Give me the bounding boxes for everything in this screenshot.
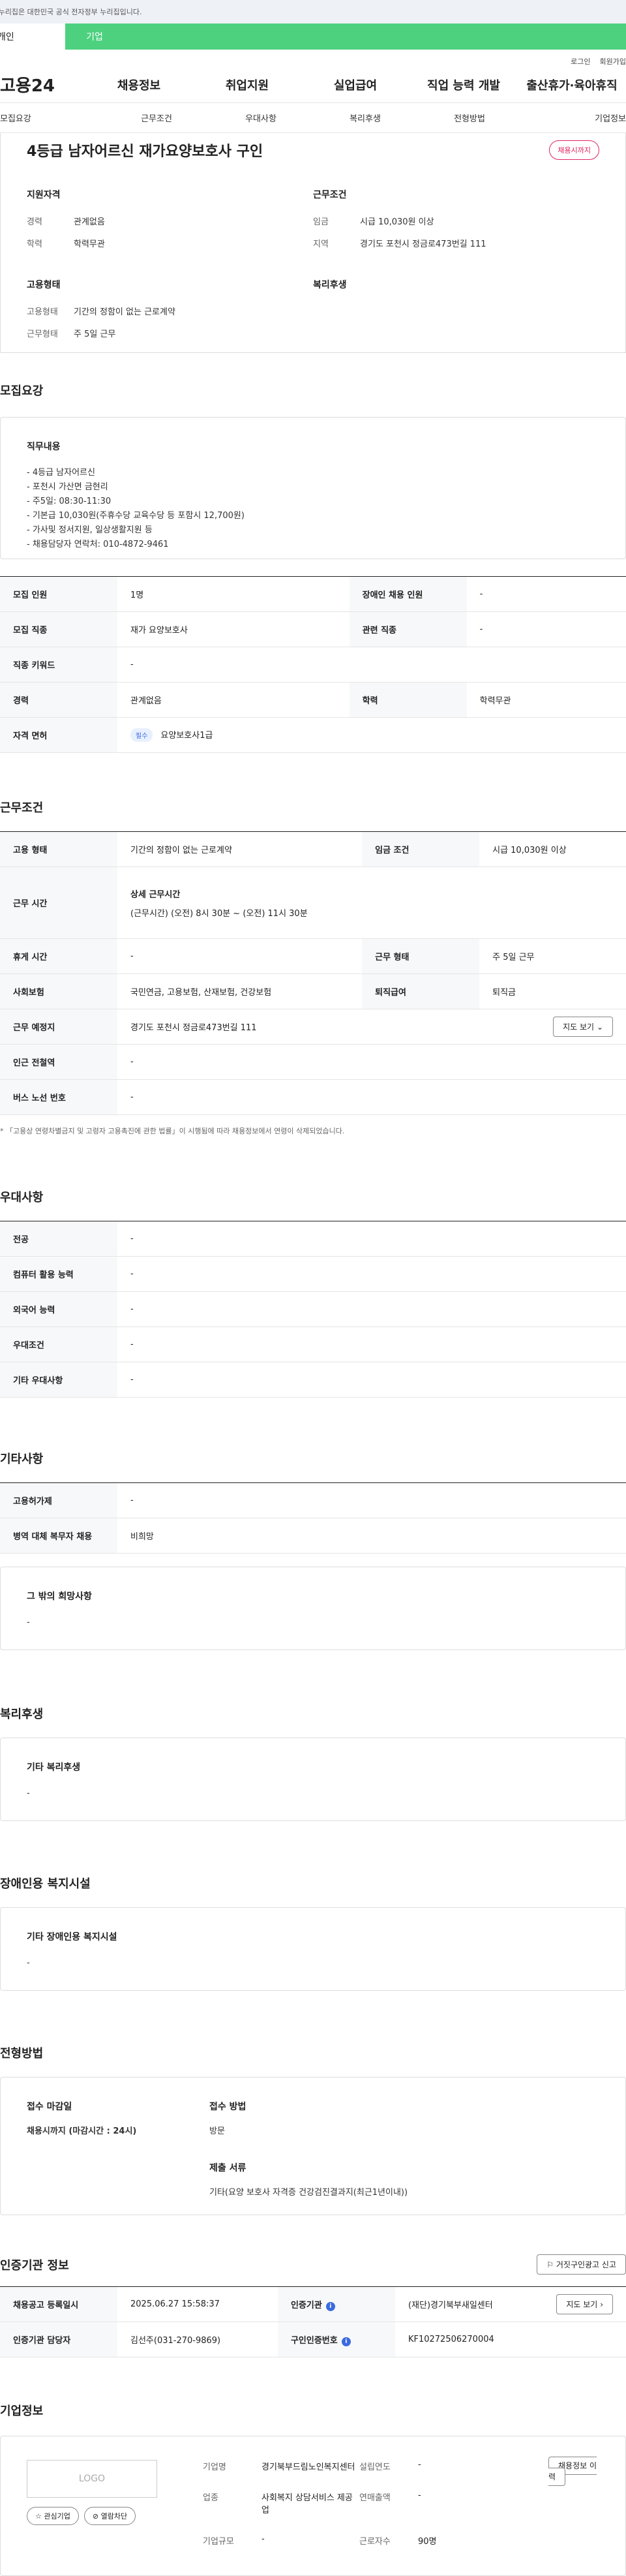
job-summary: 4등급 남자어르신 재가요양보호사 구인 채용시까지 지원자격 경력 관계없음 학…	[0, 133, 626, 353]
section-title-etc: 기타사항	[0, 1452, 44, 1466]
report-button[interactable]: ⚐ 거짓구인광고 신고	[537, 2254, 626, 2275]
bell-icon: ⚐	[546, 2260, 554, 2269]
conditions-table: 고용 형태 기간의 정함이 없는 근로계약 임금 조건 시급 10,030원 이…	[0, 831, 626, 1115]
table-row: 인근 전철역 -	[0, 1044, 626, 1080]
summary-conditions: 근무조건 임금 시급 10,030원 이상 지역 경기도 포천시 정금로473번길 …	[313, 190, 486, 249]
disability-box: 기타 장애인용 복지시설 -	[0, 1907, 626, 1991]
table-row: 우대조건 -	[0, 1326, 626, 1362]
company-info: 기업명 경기북부드림노인복지센터 설립연도 - 업종 사회복지 상담서비스 제공…	[203, 2460, 437, 2547]
recruit-table: 모집 인원 1명 장애인 채용 인원 - 모집 직종 재가 요양보호사 관련 직…	[0, 576, 626, 753]
table-row: 전공 -	[0, 1221, 626, 1257]
section-title-cert: 인증기관 정보 ⚐ 거짓구인광고 신고	[0, 2254, 626, 2275]
info-icon[interactable]: i	[325, 2301, 335, 2311]
utility-menu: 로그인 회원가입	[0, 50, 626, 67]
summary-welfare: 복리후생	[313, 280, 347, 290]
table-row: 경력 관계없음 학력 학력무관	[0, 682, 626, 718]
method-box: 접수 마감일 채용시까지 (마감시간 : 24시) 접수 방법 방문 제출 서류…	[0, 2077, 626, 2215]
tab-personal[interactable]: 개인	[0, 23, 65, 50]
table-row: 외국어 능력 -	[0, 1291, 626, 1327]
global-nav: 고용24 채용정보 취업지원 실업급여 직업 능력 개발 출산휴가·육아휴직	[0, 67, 626, 103]
section-title-recruit: 모집요강	[0, 384, 44, 398]
summary-qualification: 지원자격 경력 관계없음 학력 학력무관	[27, 190, 105, 249]
chevron-right-icon: ›	[600, 2300, 603, 2309]
table-row: 기타 우대사항 -	[0, 1362, 626, 1398]
table-row: 근무 예정지 경기도 포천시 정금로473번길 111 지도 보기 ⌄	[0, 1009, 626, 1045]
section-title-prefer: 우대사항	[0, 1191, 44, 1204]
table-row: 휴게 시간 - 근무 형태 주 5일 근무	[0, 938, 626, 974]
section-nav: 모집요강 근무조건 우대사항 복리후생 전형방법 기업정보	[0, 103, 626, 133]
section-title-company: 기업정보	[0, 2404, 44, 2418]
gnb-item-unemployment[interactable]: 실업급여	[301, 76, 410, 93]
snb-welfare[interactable]: 복리후생	[313, 112, 417, 124]
table-row: 컴퓨터 활용 능력 -	[0, 1256, 626, 1292]
map-button[interactable]: 지도 보기 ⌄	[553, 1017, 613, 1037]
join-link[interactable]: 회원가입	[600, 56, 626, 67]
table-row: 버스 노선 번호 -	[0, 1079, 626, 1115]
table-row: 인증기관 담당자 김선주(031-270-9869) 구인인증번호 i KF102…	[0, 2322, 626, 2357]
deadline-badge: 채용시까지	[549, 140, 599, 160]
welfare-box: 기타 복리후생 -	[0, 1738, 626, 1821]
login-link[interactable]: 로그인	[571, 56, 590, 67]
job-title: 4등급 남자어르신 재가요양보호사 구인	[27, 144, 263, 160]
table-row: 고용허가제 -	[0, 1482, 626, 1518]
gnb-item-leave[interactable]: 출산휴가·육아휴직	[518, 76, 626, 93]
cert-table: 채용공고 등록일시 2025.06.27 15:58:37 인증기관 i (재단)…	[0, 2286, 626, 2357]
gnb-item-jobs[interactable]: 채용정보	[85, 76, 193, 93]
etc-table: 고용허가제 - 병역 대체 복무자 채용 비희망	[0, 1482, 626, 1554]
snb-conditions[interactable]: 근무조건	[104, 112, 209, 124]
block-view-button[interactable]: ⊘ 열람차단	[83, 2507, 136, 2525]
table-row: 근무 시간 상세 근무시간 (근무시간) (오전) 8시 30분 ~ (오전) …	[0, 866, 626, 939]
company-box: LOGO ☆ 관심기업 ⊘ 열람차단 기업명 경기북부드림노인복지센터 설립연도…	[0, 2436, 626, 2576]
gov-banner: 이 누리집은 대한민국 공식 전자정부 누리집입니다.	[0, 0, 626, 23]
snb-prefer[interactable]: 우대사항	[209, 112, 313, 124]
block-icon: ⊘	[92, 2512, 99, 2521]
company-logo: LOGO	[27, 2460, 157, 2498]
section-title-welfare: 복리후생	[0, 1708, 44, 1721]
required-badge: 필수	[130, 728, 153, 742]
table-row: 모집 인원 1명 장애인 채용 인원 -	[0, 576, 626, 612]
section-title-conditions: 근무조건	[0, 801, 44, 815]
hiring-history-button[interactable]: 채용정보 이력	[548, 2457, 597, 2486]
table-row: 사회보험 국민연금, 고용보험, 산재보험, 건강보험 퇴직급여 퇴직금	[0, 974, 626, 1009]
top-tabs: 개인 기업	[0, 23, 626, 50]
agency-map-button[interactable]: 지도 보기 ›	[556, 2294, 613, 2314]
summary-employment: 고용형태 고용형태 기간의 정함이 없는 근로계약 근무형태 주 5일 근무	[27, 280, 175, 339]
table-row: 자격 면허 필수 요양보호사1급	[0, 717, 626, 753]
table-row: 채용공고 등록일시 2025.06.27 15:58:37 인증기관 i (재단)…	[0, 2286, 626, 2322]
site-logo[interactable]: 고용24	[0, 72, 85, 97]
snb-method[interactable]: 전형방법	[417, 112, 522, 124]
prefer-table: 전공 - 컴퓨터 활용 능력 - 외국어 능력 - 우대조건 - 기타 우대사항 -	[0, 1221, 626, 1398]
duty-text: - 4등급 남자어르신 - 포천시 가산면 금현리 - 주5일: 08:30-1…	[27, 468, 245, 549]
hope-box: 그 밖의 희망사항 -	[0, 1567, 626, 1650]
chevron-down-icon: ⌄	[596, 1022, 603, 1032]
snb-company[interactable]: 기업정보	[522, 112, 626, 124]
deadline-value: 채용시까지 (마감시간 : 24시)	[27, 2126, 137, 2136]
section-title-method: 전형방법	[0, 2047, 44, 2061]
favorite-company-button[interactable]: ☆ 관심기업	[27, 2507, 79, 2525]
age-note: * 「고용상 연령차별금지 및 고령자 고용촉진에 관한 법률」이 시행됨에 따…	[0, 1127, 345, 1135]
info-icon[interactable]: i	[341, 2337, 351, 2346]
star-icon: ☆	[35, 2512, 42, 2521]
tab-company[interactable]: 기업	[65, 23, 124, 50]
snb-recruit[interactable]: 모집요강	[0, 112, 104, 124]
section-title-disability: 장애인용 복지시설	[0, 1877, 91, 1891]
gnb-item-training[interactable]: 직업 능력 개발	[410, 76, 518, 93]
table-row: 고용 형태 기간의 정함이 없는 근로계약 임금 조건 시급 10,030원 이…	[0, 831, 626, 867]
table-row: 모집 직종 재가 요양보호사 관련 직종 -	[0, 611, 626, 647]
duty-box: 직무내용 - 4등급 남자어르신 - 포천시 가산면 금현리 - 주5일: 08…	[0, 417, 626, 559]
table-row: 병역 대체 복무자 채용 비희망	[0, 1518, 626, 1554]
gnb-item-support[interactable]: 취업지원	[193, 76, 301, 93]
table-row: 직종 키워드 -	[0, 647, 626, 682]
